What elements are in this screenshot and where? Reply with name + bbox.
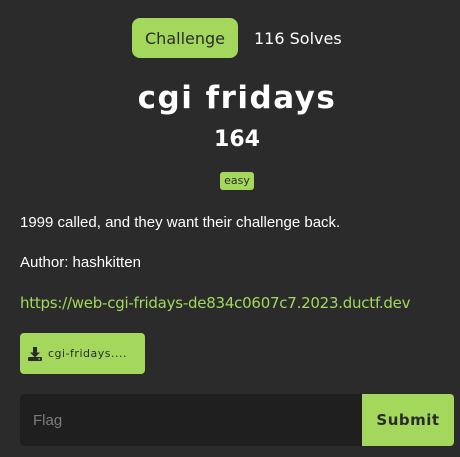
flag-input[interactable]: [20, 394, 362, 446]
tab-bar: Challenge 116 Solves: [132, 18, 342, 58]
submit-button[interactable]: Submit: [362, 394, 454, 446]
challenge-description: 1999 called, and they want their challen…: [20, 214, 341, 231]
difficulty-badge-container: easy: [0, 169, 460, 190]
challenge-author: Author: hashkitten: [20, 254, 141, 271]
tab-solves[interactable]: 116 Solves: [254, 29, 342, 48]
challenge-points: 164: [214, 127, 260, 152]
download-file-button[interactable]: cgi-fridays....: [20, 333, 145, 374]
challenge-modal: Challenge 116 Solves cgi fridays 164 eas…: [0, 0, 460, 457]
challenge-title: cgi fridays: [137, 80, 337, 116]
tab-challenge[interactable]: Challenge: [132, 18, 238, 58]
challenge-url-link[interactable]: https://web-cgi-fridays-de834c0607c7.202…: [20, 294, 411, 312]
file-name-label: cgi-fridays....: [48, 347, 127, 360]
difficulty-badge: easy: [220, 172, 254, 190]
download-icon: [28, 346, 42, 361]
